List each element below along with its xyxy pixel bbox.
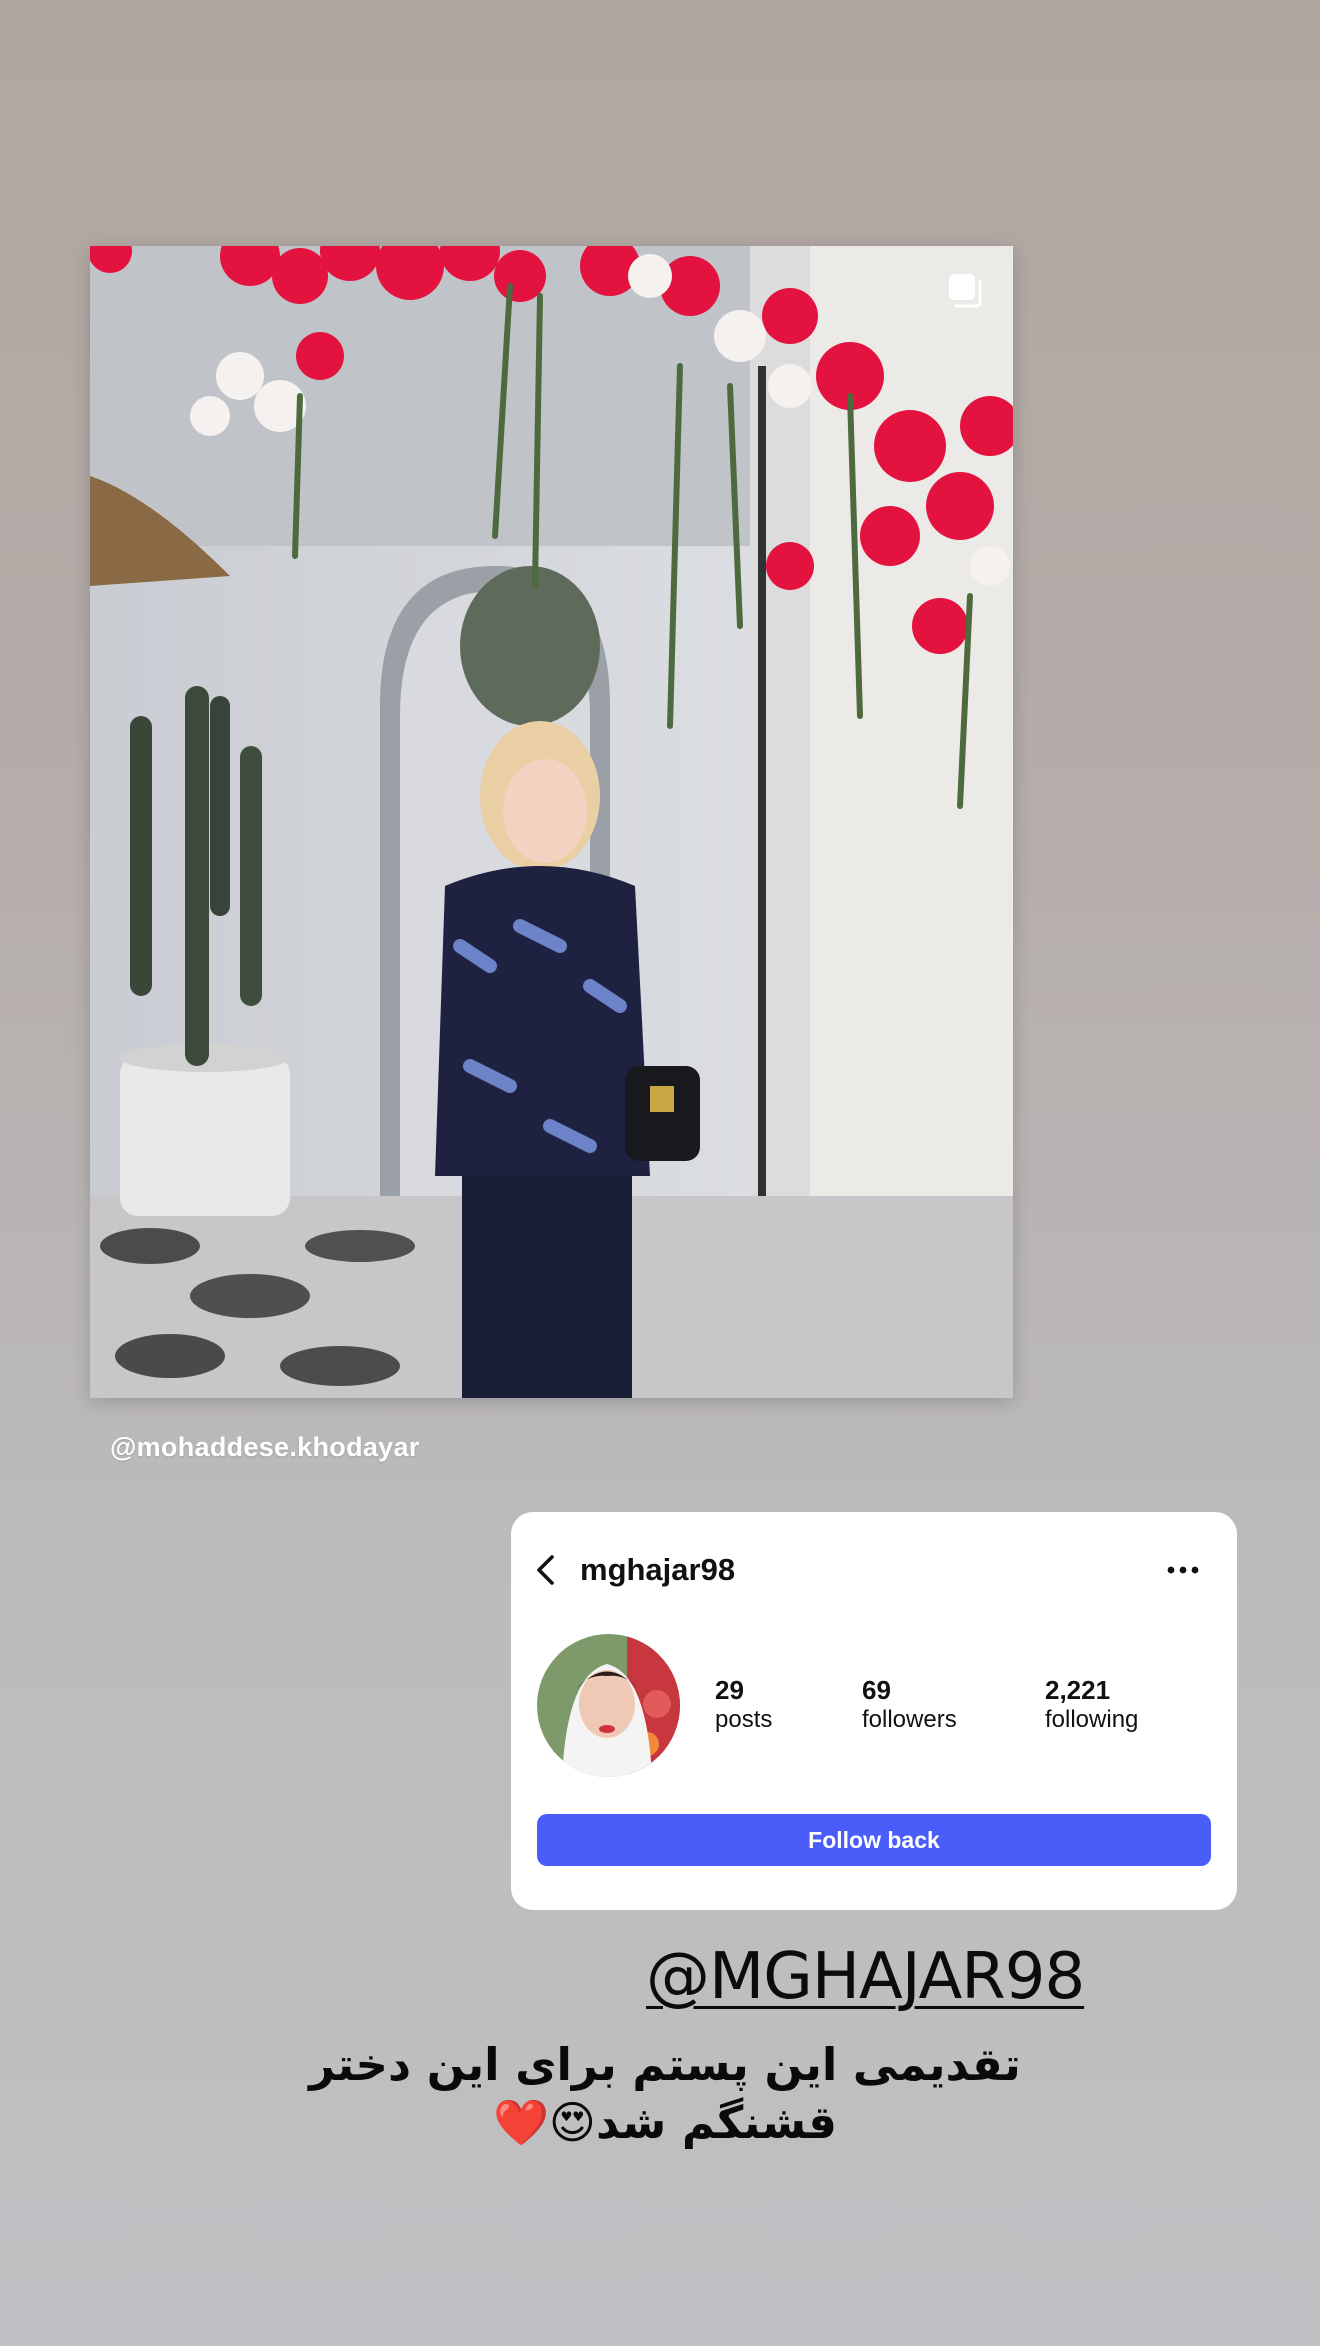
profile-card[interactable]: mghajar98 29 posts 69 followers 2,221 fo…: [511, 1512, 1237, 1910]
mention-sticker[interactable]: @MGHAJAR98: [646, 1940, 1085, 2014]
post-photo-illustration: [90, 246, 1013, 1398]
posts-label: posts: [715, 1706, 773, 1733]
following-count: 2,221: [1045, 1675, 1111, 1705]
multiple-posts-icon: [949, 274, 982, 308]
followers-label: followers: [862, 1706, 957, 1733]
profile-username: mghajar98: [580, 1552, 736, 1587]
post-credit-username[interactable]: @mohaddese.khodayar: [110, 1432, 420, 1463]
follow-back-button[interactable]: Follow back: [537, 1814, 1211, 1866]
posts-count: 29: [715, 1675, 744, 1705]
avatar[interactable]: [537, 1634, 680, 1777]
stat-followers[interactable]: 69 followers: [862, 1675, 957, 1735]
followers-count: 69: [862, 1675, 891, 1705]
following-label: following: [1045, 1706, 1139, 1733]
ellipsis-icon[interactable]: [1163, 1560, 1203, 1580]
story-caption: تقدیمی این پستم برای این دختر قشنگم شد😍❤…: [300, 2036, 1030, 2152]
stat-posts[interactable]: 29 posts: [715, 1675, 772, 1735]
chevron-left-icon[interactable]: [531, 1554, 563, 1586]
caption-line-2: قشنگم شد😍❤️: [493, 2096, 837, 2149]
avatar-photo: [537, 1634, 680, 1777]
stat-following[interactable]: 2,221 following: [1045, 1675, 1138, 1735]
shared-post-image[interactable]: [90, 246, 1013, 1398]
caption-line-1: تقدیمی این پستم برای این دختر: [309, 2038, 1021, 2091]
